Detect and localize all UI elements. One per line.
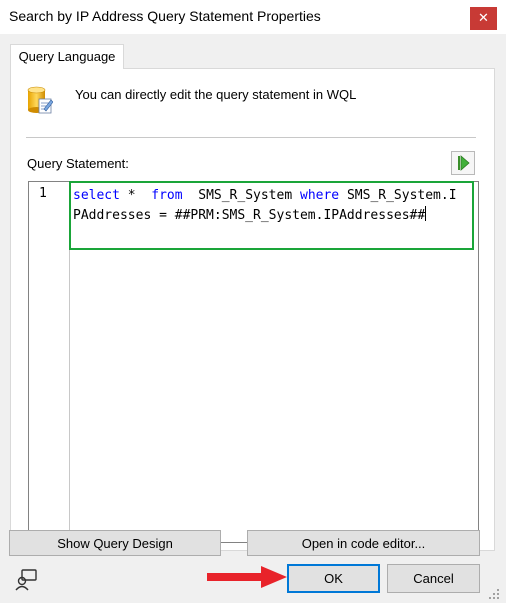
resize-grip-icon[interactable] xyxy=(486,586,502,602)
title-bar: Search by IP Address Query Statement Pro… xyxy=(0,0,506,34)
query-editor[interactable]: 1 select * from SMS_R_System where SMS_R… xyxy=(28,181,479,543)
database-edit-icon xyxy=(27,86,53,114)
run-query-button[interactable] xyxy=(451,151,475,175)
ok-button[interactable]: OK xyxy=(287,564,380,593)
text-caret xyxy=(425,206,427,221)
code-token: SMS_R_System xyxy=(182,188,300,203)
red-arrow-right-icon xyxy=(207,566,287,588)
keyword-where: where xyxy=(300,188,340,203)
feedback-person-icon[interactable] xyxy=(14,568,38,592)
code-token: * xyxy=(119,188,152,203)
divider xyxy=(26,137,476,138)
line-number-gutter: 1 xyxy=(29,182,70,542)
close-button[interactable]: ✕ xyxy=(470,7,497,30)
tab-query-language[interactable]: Query Language xyxy=(10,44,124,69)
tab-label: Query Language xyxy=(18,49,116,64)
keyword-select: select xyxy=(73,188,120,203)
close-icon: ✕ xyxy=(478,11,489,26)
query-statement-label: Query Statement: xyxy=(27,156,129,171)
info-text: You can directly edit the query statemen… xyxy=(75,87,357,102)
open-in-code-editor-button[interactable]: Open in code editor... xyxy=(247,530,480,556)
show-query-design-button[interactable]: Show Query Design xyxy=(9,530,221,556)
keyword-from: from xyxy=(151,188,183,203)
dialog-body: Query Language You can directly edit the… xyxy=(0,34,506,603)
window-title: Search by IP Address Query Statement Pro… xyxy=(9,8,321,24)
query-language-panel: You can directly edit the query statemen… xyxy=(10,68,495,551)
run-play-icon xyxy=(458,155,470,171)
line-number: 1 xyxy=(39,186,47,201)
cancel-button[interactable]: Cancel xyxy=(387,564,480,593)
query-text[interactable]: select * from SMS_R_System where SMS_R_S… xyxy=(73,186,459,226)
